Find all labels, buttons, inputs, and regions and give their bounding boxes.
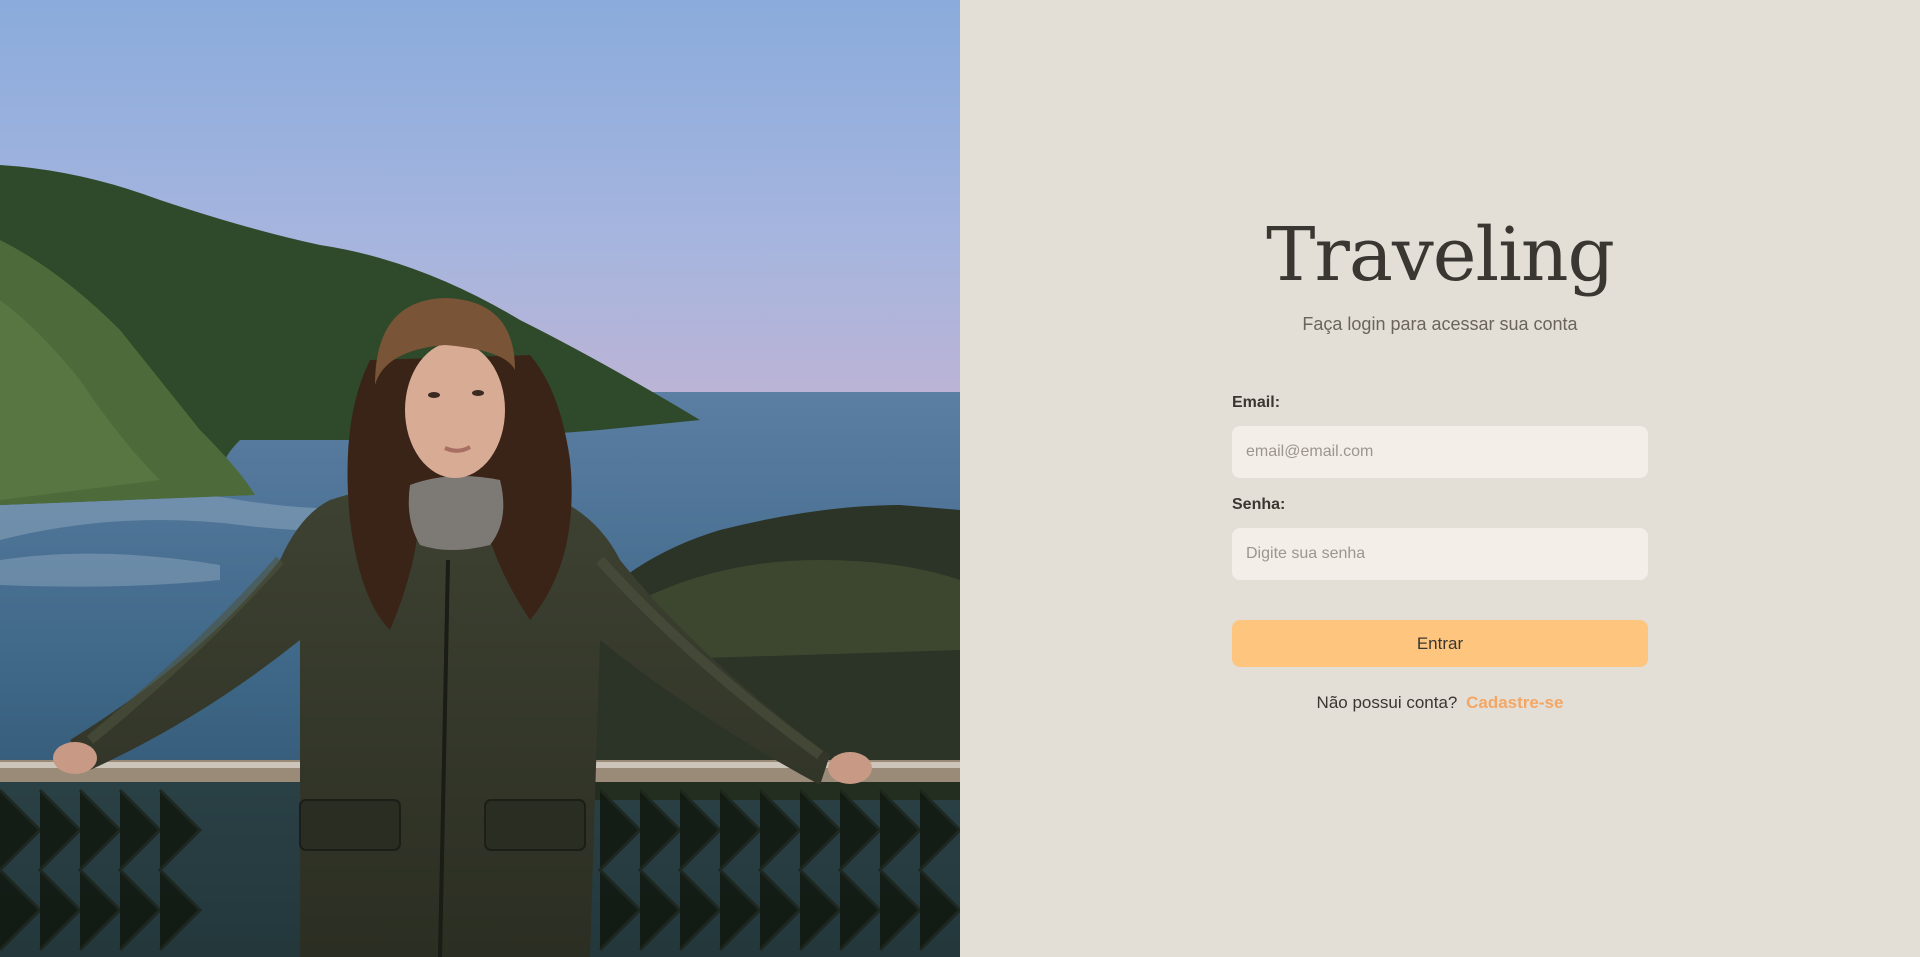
email-label: Email: bbox=[1232, 394, 1281, 411]
password-field-group: Senha: bbox=[1232, 496, 1648, 580]
brand-title: Traveling bbox=[1266, 212, 1615, 298]
login-panel: Traveling Faça login para acessar sua co… bbox=[960, 0, 1920, 957]
signup-prompt: Não possui conta? bbox=[1316, 693, 1458, 712]
login-page: Traveling Faça login para acessar sua co… bbox=[0, 0, 1920, 957]
password-label: Senha: bbox=[1232, 496, 1286, 513]
login-button[interactable]: Entrar bbox=[1232, 620, 1648, 667]
brand-subtitle: Faça login para acessar sua conta bbox=[1302, 314, 1578, 334]
hero-photo-illustration bbox=[0, 0, 960, 957]
signup-line: Não possui conta? Cadastre-se bbox=[1232, 693, 1648, 713]
password-input[interactable] bbox=[1232, 528, 1648, 580]
signup-link[interactable]: Cadastre-se bbox=[1466, 693, 1563, 712]
hero-photo bbox=[0, 0, 960, 957]
email-field-group: Email: bbox=[1232, 394, 1648, 478]
email-input[interactable] bbox=[1232, 426, 1648, 478]
login-form: Email: Senha: Entrar Não possui conta? C… bbox=[1232, 394, 1648, 713]
